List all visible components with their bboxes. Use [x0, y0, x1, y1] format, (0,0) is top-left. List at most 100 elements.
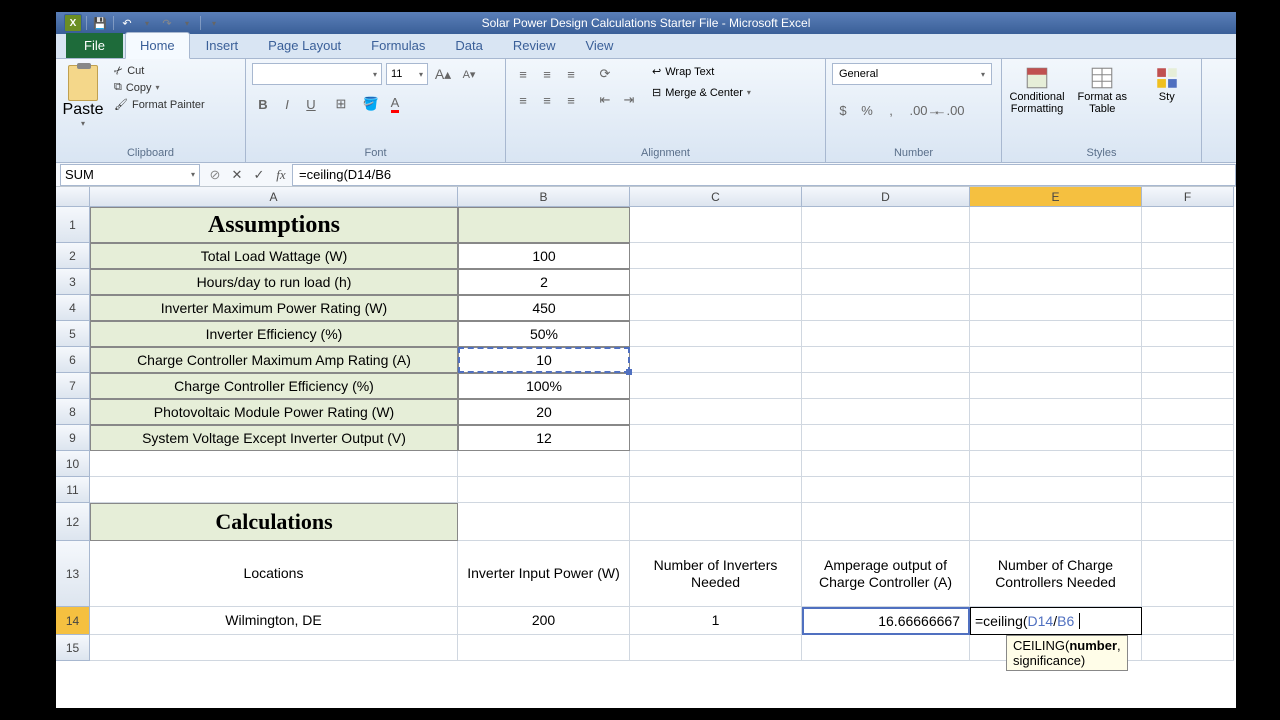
cell-E7[interactable]: [970, 373, 1142, 399]
align-left-icon[interactable]: ≡: [512, 89, 534, 111]
cell-D15[interactable]: [802, 635, 970, 661]
assumption-label-3[interactable]: Hours/day to run load (h): [90, 269, 458, 295]
qat-customize-icon[interactable]: ▾: [205, 14, 223, 32]
cell-C7[interactable]: [630, 373, 802, 399]
cell-D12[interactable]: [802, 503, 970, 541]
cell-F15[interactable]: [1142, 635, 1234, 661]
assumption-value-4[interactable]: 450: [458, 295, 630, 321]
cell-D2[interactable]: [802, 243, 970, 269]
cell-C1[interactable]: [630, 207, 802, 243]
worksheet-grid[interactable]: ABCDEF 123456789101112131415 Assumptions…: [56, 187, 1236, 707]
assumption-label-2[interactable]: Total Load Wattage (W): [90, 243, 458, 269]
cell-E10[interactable]: [970, 451, 1142, 477]
col-inverter-power[interactable]: Inverter Input Power (W): [458, 541, 630, 607]
cell-E4[interactable]: [970, 295, 1142, 321]
fill-color-button[interactable]: 🪣: [360, 93, 382, 115]
undo-icon[interactable]: ↶: [118, 14, 136, 32]
val-num-inverters[interactable]: 1: [630, 607, 802, 635]
underline-button[interactable]: U: [300, 93, 322, 115]
shrink-font-icon[interactable]: A▾: [458, 63, 480, 85]
cell-styles-button[interactable]: Sty: [1139, 63, 1196, 105]
cell-A10[interactable]: [90, 451, 458, 477]
cut-button[interactable]: ✂Cut: [112, 63, 207, 78]
cell-F13[interactable]: [1142, 541, 1234, 607]
decrease-indent-icon[interactable]: ⇤: [594, 89, 616, 111]
borders-button[interactable]: ⊞: [330, 93, 352, 115]
font-color-button[interactable]: A: [384, 93, 406, 115]
cell-C5[interactable]: [630, 321, 802, 347]
assumption-value-6[interactable]: 10: [458, 347, 630, 373]
cell-C10[interactable]: [630, 451, 802, 477]
align-bottom-icon[interactable]: ≡: [560, 63, 582, 85]
number-format-combo[interactable]: General▾: [832, 63, 992, 85]
cell-D3[interactable]: [802, 269, 970, 295]
percent-icon[interactable]: %: [856, 99, 878, 121]
cell-F4[interactable]: [1142, 295, 1234, 321]
col-locations[interactable]: Locations: [90, 541, 458, 607]
cell-E8[interactable]: [970, 399, 1142, 425]
align-right-icon[interactable]: ≡: [560, 89, 582, 111]
format-as-table-button[interactable]: Format as Table: [1074, 63, 1131, 117]
row-header-12[interactable]: 12: [56, 503, 90, 541]
cell-E1[interactable]: [970, 207, 1142, 243]
row-header-1[interactable]: 1: [56, 207, 90, 243]
col-header-B[interactable]: B: [458, 187, 630, 207]
cell-F12[interactable]: [1142, 503, 1234, 541]
cell-F8[interactable]: [1142, 399, 1234, 425]
assumption-label-7[interactable]: Charge Controller Efficiency (%): [90, 373, 458, 399]
grow-font-icon[interactable]: A▴: [432, 63, 454, 85]
cell-F11[interactable]: [1142, 477, 1234, 503]
cell-E9[interactable]: [970, 425, 1142, 451]
redo-dropdown-icon[interactable]: ▾: [178, 14, 196, 32]
row-header-2[interactable]: 2: [56, 243, 90, 269]
tab-view[interactable]: View: [571, 33, 627, 58]
format-painter-button[interactable]: 🖌Format Painter: [112, 97, 207, 112]
cell-D10[interactable]: [802, 451, 970, 477]
row-header-3[interactable]: 3: [56, 269, 90, 295]
assumption-value-9[interactable]: 12: [458, 425, 630, 451]
val-amperage[interactable]: 16.66666667: [802, 607, 970, 635]
tab-file[interactable]: File: [66, 33, 123, 58]
cell-D5[interactable]: [802, 321, 970, 347]
cell-C3[interactable]: [630, 269, 802, 295]
cell-D1[interactable]: [802, 207, 970, 243]
row-header-14[interactable]: 14: [56, 607, 90, 635]
align-center-icon[interactable]: ≡: [536, 89, 558, 111]
tab-home[interactable]: Home: [125, 32, 190, 59]
assumption-value-3[interactable]: 2: [458, 269, 630, 295]
row-header-6[interactable]: 6: [56, 347, 90, 373]
assumption-value-5[interactable]: 50%: [458, 321, 630, 347]
assumption-label-4[interactable]: Inverter Maximum Power Rating (W): [90, 295, 458, 321]
cell-E5[interactable]: [970, 321, 1142, 347]
cell-E12[interactable]: [970, 503, 1142, 541]
col-num-inverters[interactable]: Number of Inverters Needed: [630, 541, 802, 607]
formula-input[interactable]: =ceiling(D14/B6: [292, 164, 1236, 186]
redo-icon[interactable]: ↷: [158, 14, 176, 32]
cancel-x-icon[interactable]: ✕: [226, 164, 248, 186]
italic-button[interactable]: I: [276, 93, 298, 115]
cell-F10[interactable]: [1142, 451, 1234, 477]
increase-indent-icon[interactable]: ⇥: [618, 89, 640, 111]
cell-E11[interactable]: [970, 477, 1142, 503]
cell-A11[interactable]: [90, 477, 458, 503]
cell-E6[interactable]: [970, 347, 1142, 373]
cell-B15[interactable]: [458, 635, 630, 661]
cell-D7[interactable]: [802, 373, 970, 399]
row-header-4[interactable]: 4: [56, 295, 90, 321]
cell-B1[interactable]: [458, 207, 630, 243]
assumptions-header[interactable]: Assumptions: [90, 207, 458, 243]
col-header-F[interactable]: F: [1142, 187, 1234, 207]
assumption-label-6[interactable]: Charge Controller Maximum Amp Rating (A): [90, 347, 458, 373]
currency-icon[interactable]: $: [832, 99, 854, 121]
tab-insert[interactable]: Insert: [192, 33, 253, 58]
row-header-15[interactable]: 15: [56, 635, 90, 661]
assumption-value-2[interactable]: 100: [458, 243, 630, 269]
select-all-corner[interactable]: [56, 187, 90, 207]
decrease-decimal-icon[interactable]: ←.00: [938, 99, 960, 121]
cell-F3[interactable]: [1142, 269, 1234, 295]
val-inverter-power[interactable]: 200: [458, 607, 630, 635]
assumption-label-5[interactable]: Inverter Efficiency (%): [90, 321, 458, 347]
copy-button[interactable]: ⧉Copy▾: [112, 80, 207, 95]
assumption-label-9[interactable]: System Voltage Except Inverter Output (V…: [90, 425, 458, 451]
fx-icon[interactable]: fx: [270, 164, 292, 186]
